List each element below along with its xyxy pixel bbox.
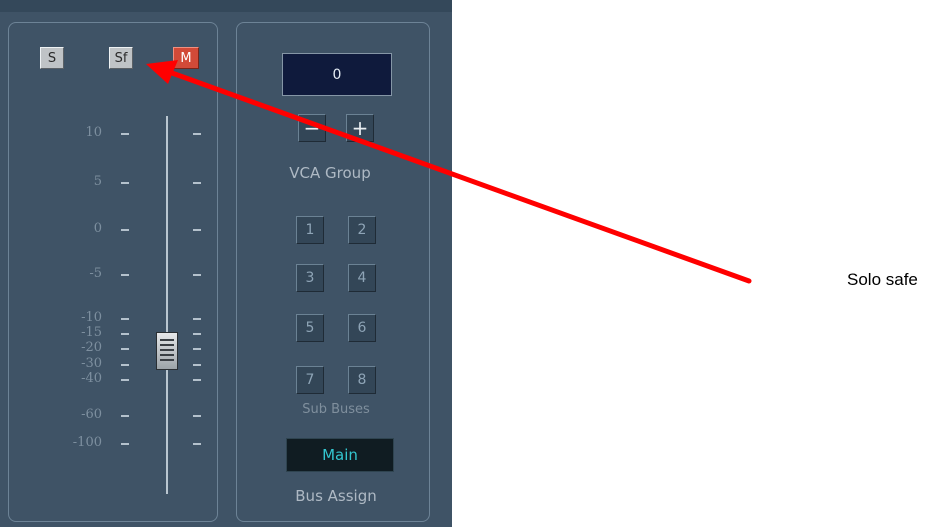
arrow-shaft — [169, 70, 752, 284]
solo-safe-annotation: Solo safe — [847, 270, 918, 289]
annotation-arrow — [146, 60, 752, 284]
